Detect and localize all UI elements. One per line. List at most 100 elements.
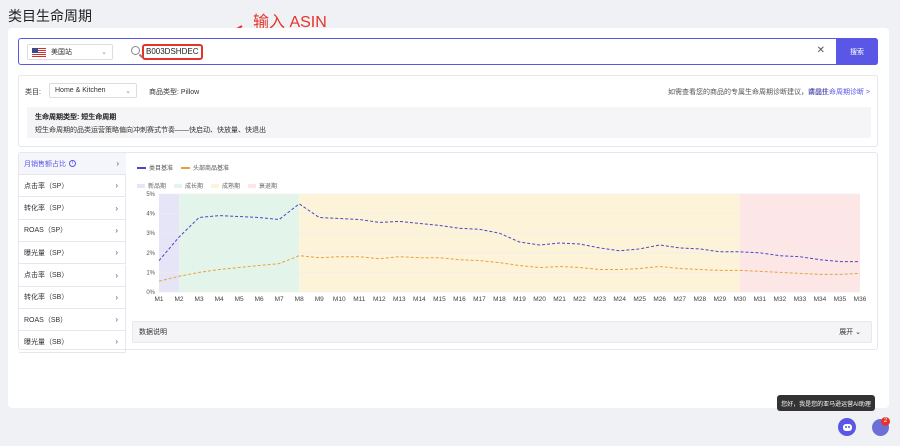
expand-toggle[interactable]: 展开 ⌄ — [839, 327, 861, 337]
x-tick-label: M35 — [834, 296, 847, 303]
diagnosis-hint: 如需查看您的商品的专属生命周期诊断建议，请前往 — [668, 89, 829, 96]
phase-legend: 新品期 成长期 成熟期 衰退期 — [137, 181, 277, 190]
page-title: 类目生命周期 — [8, 8, 92, 24]
category-value: Home & Kitchen — [55, 87, 106, 94]
sidebar-item-label: 点击率（SB） — [24, 272, 69, 279]
search-button[interactable]: 搜索 — [836, 38, 878, 65]
sidebar-item-label: 曝光量（SB） — [24, 338, 69, 346]
x-tick-label: M9 — [315, 296, 324, 303]
sidebar-item-label: 点击率（SP） — [24, 182, 69, 190]
category-info-box: 类目: Home & Kitchen ⌄ 商品类型: Pillow 如需查看您的… — [18, 75, 878, 147]
market-select[interactable]: 美国站 ⌄ — [27, 44, 113, 60]
sidebar-item-label: 转化率（SB） — [24, 294, 69, 302]
x-tick-label: M22 — [573, 296, 586, 303]
notification-badge: 2 — [881, 417, 890, 426]
sidebar-item[interactable]: 转化率（SP） › — [19, 197, 126, 220]
y-tick-label: 4% — [146, 212, 155, 218]
x-tick-label: M26 — [653, 296, 666, 303]
us-flag-icon — [32, 47, 46, 57]
sidebar-item-label: ROAS（SB） — [24, 316, 68, 324]
x-tick-label: M31 — [754, 296, 767, 303]
chevron-right-icon: › — [115, 270, 118, 280]
x-tick-label: M21 — [553, 296, 566, 303]
chart-panel: 0% 1% 2% 3% 4% 5% M1 M2 M3 M4 M5 M6 M7 M8 M9 M10 M11 M12 M… — [132, 157, 872, 347]
x-tick-label: M20 — [533, 296, 546, 303]
chevron-right-icon: › — [115, 337, 118, 347]
legend-item-growth[interactable]: 成长期 — [174, 181, 203, 190]
x-tick-label: M27 — [673, 296, 686, 303]
x-tick-label: M33 — [794, 296, 807, 303]
metrics-panel: 月销售额占比 i › 点击率（SP） › 转化率（SP） › ROAS（SP） › 曝光量（SP）… — [18, 152, 878, 354]
legend-item-category[interactable]: 类目基准 — [137, 163, 173, 172]
x-tick-label: M2 — [175, 296, 184, 303]
chevron-right-icon: › — [115, 203, 118, 213]
sidebar-item-label: 转化率（SP） — [24, 205, 69, 213]
x-tick-label: M23 — [593, 296, 606, 303]
sidebar-item[interactable]: ROAS（SB） › — [19, 309, 126, 332]
x-tick-label: M3 — [195, 296, 204, 303]
x-tick-label: M19 — [513, 296, 526, 303]
lifecycle-box: 生命周期类型: 短生命周期 短生命周期的品类运营策略偏向冲刺赛式节奏——快启动、… — [27, 107, 871, 138]
x-tick-label: M6 — [255, 296, 264, 303]
phase-band — [179, 194, 300, 292]
x-tick-label: M8 — [295, 296, 304, 303]
chevron-right-icon: › — [115, 292, 118, 302]
x-tick-label: M14 — [413, 296, 426, 303]
chevron-right-icon: › — [116, 159, 119, 168]
chevron-right-icon: › — [115, 181, 118, 191]
y-tick-label: 5% — [146, 192, 155, 198]
phase-band — [299, 194, 740, 292]
chevron-right-icon: › — [115, 248, 118, 258]
x-tick-label: M7 — [275, 296, 284, 303]
ai-assistant-button[interactable] — [838, 418, 856, 436]
robot-icon — [842, 423, 852, 431]
x-tick-label: M24 — [613, 296, 626, 303]
legend-item-new[interactable]: 新品期 — [137, 181, 166, 190]
x-tick-label: M11 — [353, 296, 366, 303]
x-tick-label: M5 — [235, 296, 244, 303]
y-tick-label: 1% — [146, 270, 155, 276]
lifecycle-desc: 短生命周期的品类运营策略偏向冲刺赛式节奏——快启动、快放量、快退出 — [35, 127, 266, 134]
x-tick-label: M10 — [333, 296, 346, 303]
series-legend: 类目基准 头部商品基准 — [137, 163, 229, 172]
x-tick-label: M17 — [473, 296, 486, 303]
x-tick-label: M18 — [493, 296, 506, 303]
x-tick-label: M13 — [393, 296, 406, 303]
sidebar-item[interactable]: 曝光量（SP） › — [19, 242, 126, 265]
sidebar-item[interactable]: 月销售额占比 i › — [19, 153, 126, 175]
x-tick-label: M28 — [693, 296, 706, 303]
diagnosis-link[interactable]: 商品生命周期诊断 > — [808, 87, 870, 97]
x-tick-label: M12 — [373, 296, 386, 303]
clear-icon[interactable]: ✕ — [817, 45, 825, 56]
sidebar-item[interactable]: 点击率（SP） › — [19, 175, 126, 198]
search-icon — [131, 46, 140, 55]
data-description-label: 数据说明 — [139, 329, 167, 336]
category-select[interactable]: Home & Kitchen ⌄ — [49, 83, 137, 98]
x-tick-label: M25 — [633, 296, 646, 303]
assistant-tooltip: 您好，我是您的亚马逊运营AI助理 — [777, 395, 875, 411]
x-tick-label: M16 — [453, 296, 466, 303]
search-bar: 美国站 ⌄ B003DSHDEC ✕ 搜索 — [18, 38, 878, 65]
chevron-right-icon: › — [115, 225, 118, 235]
sidebar-item-label: ROAS（SP） — [24, 227, 68, 235]
x-tick-label: M30 — [734, 296, 747, 303]
y-tick-label: 2% — [146, 251, 155, 257]
x-tick-label: M15 — [433, 296, 446, 303]
data-description-bar[interactable]: 数据说明 展开 ⌄ — [132, 321, 872, 343]
chevron-right-icon: › — [115, 315, 118, 325]
x-tick-label: M34 — [814, 296, 827, 303]
sidebar-item[interactable]: 点击率（SB） › — [19, 264, 126, 287]
x-tick-label: M36 — [854, 296, 867, 303]
x-tick-label: M4 — [215, 296, 224, 303]
asin-input[interactable]: B003DSHDEC — [142, 44, 203, 60]
product-type: 商品类型: Pillow — [149, 89, 200, 96]
sidebar-item[interactable]: 转化率（SB） › — [19, 286, 126, 309]
legend-item-top[interactable]: 头部商品基准 — [181, 163, 229, 172]
legend-item-mature[interactable]: 成熟期 — [211, 181, 240, 190]
category-label: 类目: — [25, 89, 41, 96]
sidebar-item[interactable]: 曝光量（SB） › — [19, 331, 126, 354]
info-icon[interactable]: i — [69, 160, 76, 167]
sidebar-item[interactable]: ROAS（SP） › — [19, 219, 126, 242]
y-tick-label: 3% — [146, 231, 155, 237]
legend-item-decline[interactable]: 衰退期 — [248, 181, 277, 190]
